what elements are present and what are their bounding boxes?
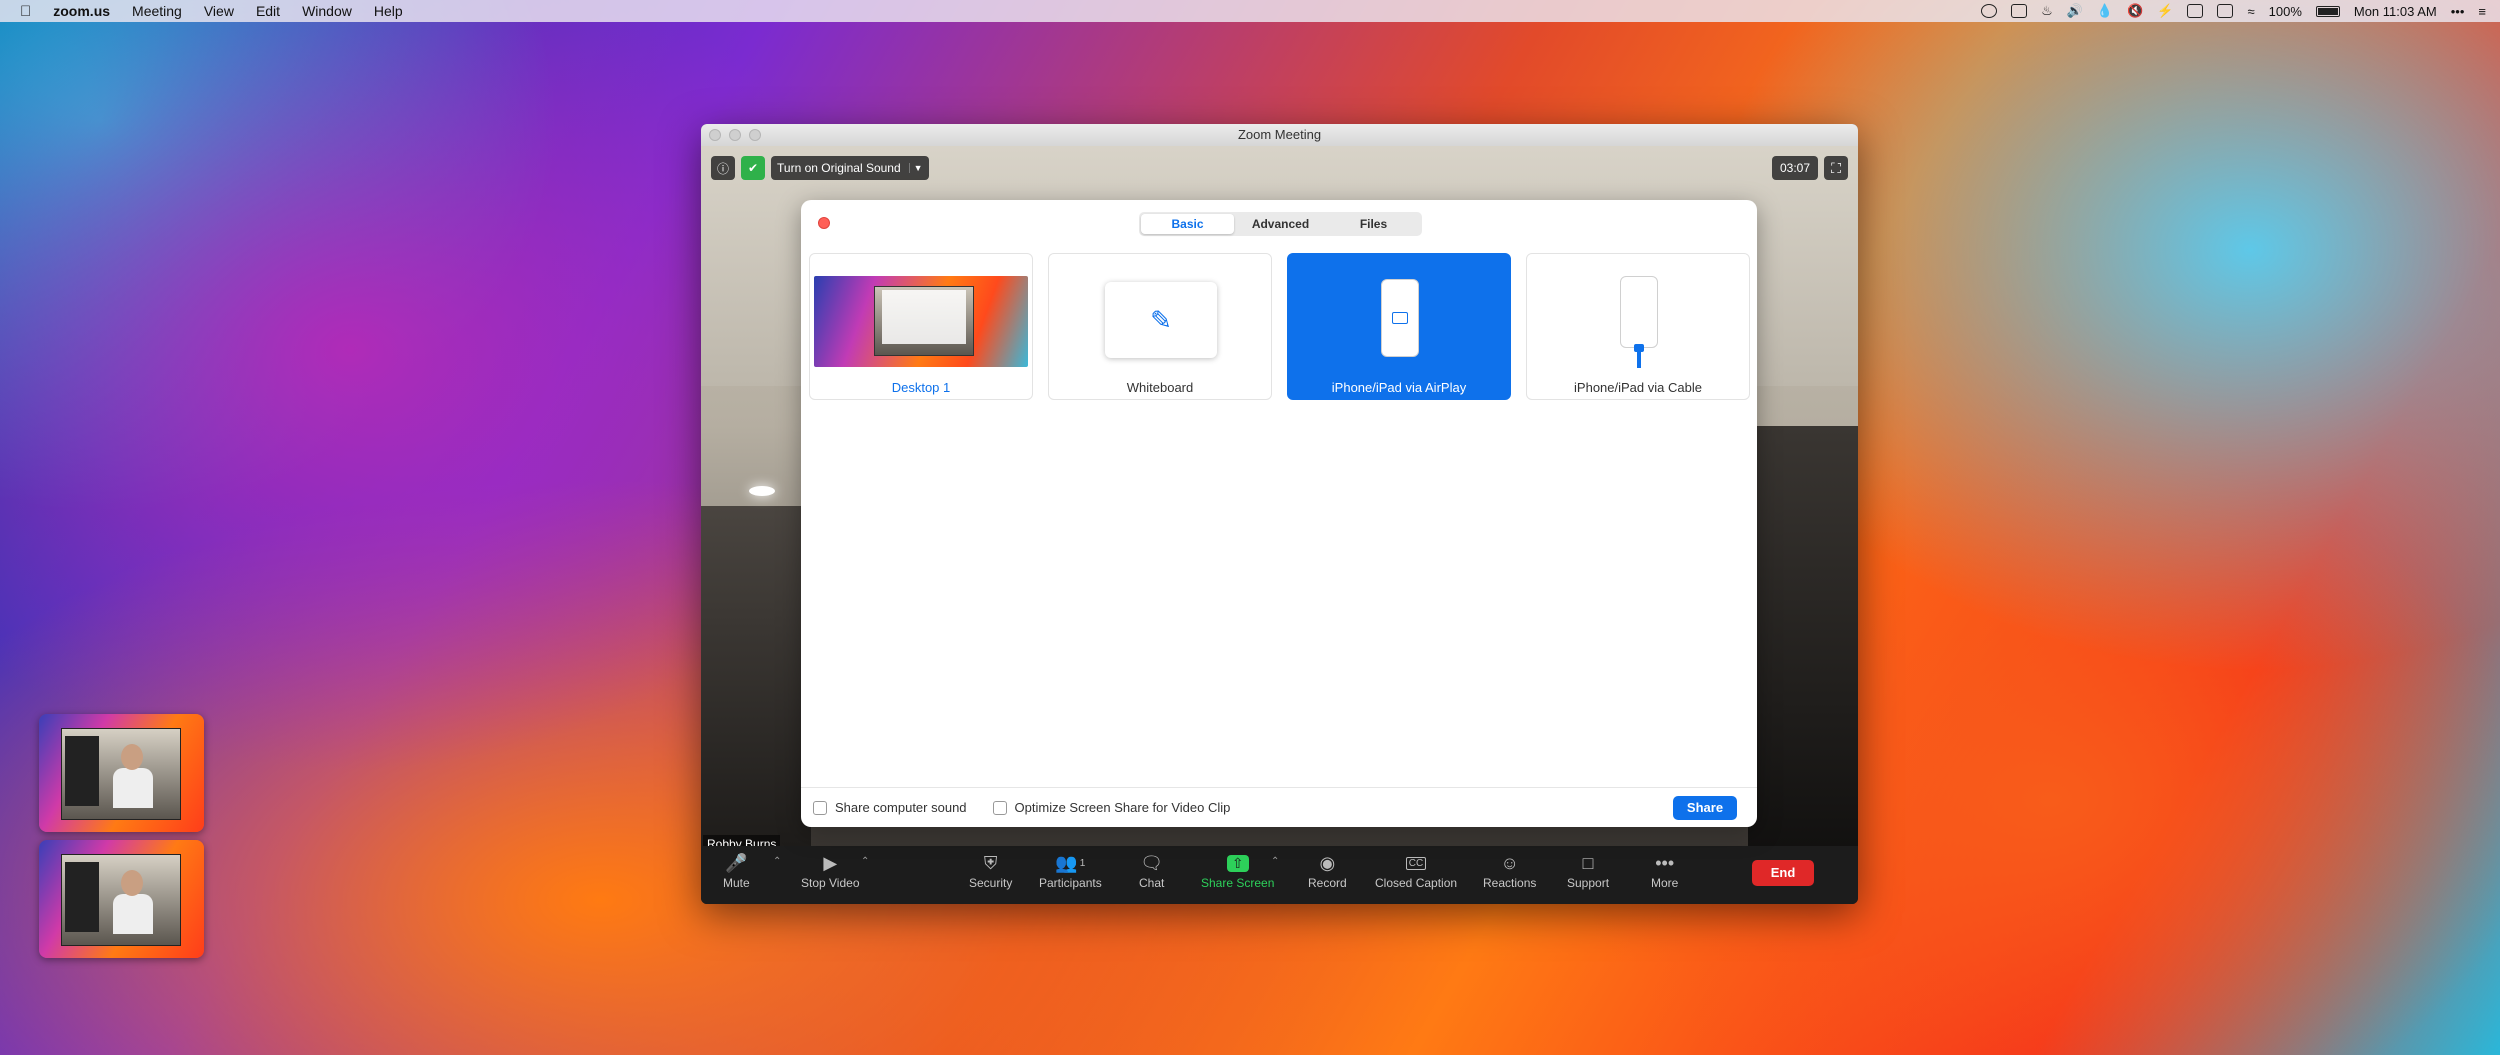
menu-app-name[interactable]: zoom.us <box>53 3 110 19</box>
menu-help[interactable]: Help <box>374 3 403 19</box>
window-controls <box>709 129 761 141</box>
creative-cloud-icon[interactable] <box>1981 4 1998 18</box>
share-dialog-footer: Share computer sound Optimize Screen Sha… <box>801 787 1757 827</box>
cc-icon: CC <box>1405 850 1427 876</box>
participants-icon: 👥 1 <box>1055 852 1086 873</box>
share-button[interactable]: Share <box>1673 796 1737 820</box>
chevron-down-icon[interactable]: ▼ <box>908 163 923 173</box>
ceiling-light <box>749 486 775 496</box>
share-option-label: iPhone/iPad via AirPlay <box>1331 380 1467 395</box>
status-area: ♨ 🔊 💧 🔇 ⚡ ≈ 100% Mon 11:03 AM ••• ≡ <box>1981 0 2486 22</box>
mute-status-icon[interactable]: 🔇 <box>2127 3 2143 19</box>
mute-button[interactable]: 🎤 Mute <box>723 850 750 891</box>
share-option-whiteboard[interactable]: ✎ Whiteboard <box>1048 253 1272 400</box>
volume-icon[interactable]: 🔊 <box>2067 3 2083 19</box>
floating-video-thumbnail[interactable] <box>39 714 204 832</box>
share-sound-checkbox[interactable] <box>813 800 827 815</box>
shield-icon: ⛨ <box>983 852 998 873</box>
share-option-label: Whiteboard <box>1126 380 1194 395</box>
share-screen-dialog: Basic Advanced Files Desktop 1 ✎ Whitebo… <box>801 200 1757 827</box>
drop-icon[interactable]: 💧 <box>2097 3 2113 19</box>
clock[interactable]: Mon 11:03 AM <box>2354 4 2437 19</box>
zoom-status-icon[interactable] <box>2011 4 2028 18</box>
smiley-plus-icon: ☺ <box>1500 852 1519 873</box>
floating-video-thumbnail[interactable] <box>39 840 204 958</box>
desktop-preview <box>814 276 1028 367</box>
security-button[interactable]: ⛨ Security <box>969 850 1012 891</box>
menu-meeting[interactable]: Meeting <box>132 3 182 19</box>
menu-bar:  zoom.us Meeting View Edit Window Help … <box>0 0 2500 22</box>
optimize-video-checkbox[interactable] <box>992 800 1007 815</box>
optimize-video-label: Optimize Screen Share for Video Clip <box>1014 800 1231 815</box>
chat-button[interactable]: 🗨 Chat <box>1139 850 1164 891</box>
battery-percent: 100% <box>2268 3 2302 19</box>
apple-menu-icon[interactable]:  <box>20 3 31 20</box>
meeting-timer: 03:07 <box>1771 156 1818 180</box>
chat-bubble-icon: 🗨 <box>1140 852 1164 873</box>
participants-button[interactable]: 👥 1 Participants <box>1039 850 1102 891</box>
menu-edit[interactable]: Edit <box>256 3 280 19</box>
original-sound-button[interactable]: Turn on Original Sound ▼ <box>771 156 929 180</box>
zoom-window-button[interactable] <box>749 129 761 141</box>
window-title: Zoom Meeting <box>1237 127 1322 142</box>
microphone-icon: 🎤 <box>725 852 748 873</box>
share-screen-button[interactable]: ⇧ Share Screen <box>1201 850 1274 890</box>
menu-view[interactable]: View <box>204 3 234 19</box>
pencil-icon: ✎ <box>1105 282 1217 358</box>
window-titlebar[interactable]: Zoom Meeting <box>701 124 1858 146</box>
original-sound-label: Turn on Original Sound <box>777 161 901 175</box>
airplay-phone-icon <box>1381 279 1419 357</box>
meeting-info-button[interactable]: ⓘ <box>711 156 736 180</box>
video-options-chevron-icon[interactable]: ⌃ <box>861 856 869 867</box>
record-icon: ◉ <box>1319 852 1336 873</box>
close-window-button[interactable] <box>709 129 721 141</box>
flame-icon[interactable]: ♨ <box>2041 3 2053 19</box>
share-options-chevron-icon[interactable]: ⌃ <box>1271 856 1279 867</box>
security-shield-icon[interactable]: ✔ <box>741 156 766 180</box>
share-option-desktop[interactable]: Desktop 1 <box>809 253 1033 400</box>
reactions-button[interactable]: ☺ Reactions <box>1483 850 1536 891</box>
phone-cable-icon <box>1620 276 1658 348</box>
share-tabs: Basic Advanced Files <box>1139 212 1422 236</box>
menu-window[interactable]: Window <box>302 3 352 19</box>
wifi-icon[interactable]: ≈ <box>2247 4 2254 19</box>
ellipsis-icon: ••• <box>1655 852 1675 873</box>
share-sound-option[interactable]: Share computer sound <box>813 800 967 815</box>
end-meeting-button[interactable]: End <box>1752 860 1814 886</box>
closed-caption-button[interactable]: CC Closed Caption <box>1375 850 1457 890</box>
video-camera-icon: ▶ <box>823 852 838 873</box>
tab-files[interactable]: Files <box>1327 214 1420 234</box>
screen-icon: □ <box>1582 852 1594 873</box>
optimize-video-option[interactable]: Optimize Screen Share for Video Clip <box>992 800 1231 815</box>
notification-center-icon[interactable]: ≡ <box>2478 4 2486 19</box>
video-left-shadow <box>701 506 811 846</box>
share-arrow-icon: ⇧ <box>1226 850 1249 876</box>
tab-advanced[interactable]: Advanced <box>1234 214 1327 234</box>
share-option-label: iPhone/iPad via Cable <box>1574 380 1702 395</box>
more-button[interactable]: ••• More <box>1651 850 1678 891</box>
meeting-toolbar: 🎤 Mute ⌃ ▶ Stop Video ⌃ ⛨ Security 👥 1 Pa… <box>701 846 1858 904</box>
more-menu-icon[interactable]: ••• <box>2451 4 2465 19</box>
bolt-icon[interactable]: ⚡ <box>2157 3 2173 19</box>
video-top-controls: ⓘ ✔ Turn on Original Sound ▼ <box>711 156 1848 180</box>
record-button[interactable]: ◉ Record <box>1308 850 1347 891</box>
minimize-window-button[interactable] <box>729 129 741 141</box>
close-dialog-button[interactable] <box>818 217 830 229</box>
share-option-cable[interactable]: iPhone/iPad via Cable <box>1526 253 1750 400</box>
stop-video-button[interactable]: ▶ Stop Video <box>801 850 860 891</box>
audio-options-chevron-icon[interactable]: ⌃ <box>773 856 781 867</box>
fullscreen-icon[interactable]: ⛶ <box>1824 156 1848 180</box>
support-button[interactable]: □ Support <box>1567 850 1609 891</box>
video-right-shadow <box>1748 426 1858 846</box>
screenshot-icon[interactable] <box>2217 4 2234 18</box>
battery-icon[interactable] <box>2315 5 2340 17</box>
share-sound-label: Share computer sound <box>835 800 967 815</box>
share-option-airplay[interactable]: iPhone/iPad via AirPlay <box>1287 253 1511 400</box>
tab-basic[interactable]: Basic <box>1141 214 1234 234</box>
airplay-icon[interactable] <box>2187 4 2204 18</box>
share-option-label: Desktop 1 <box>891 380 951 395</box>
